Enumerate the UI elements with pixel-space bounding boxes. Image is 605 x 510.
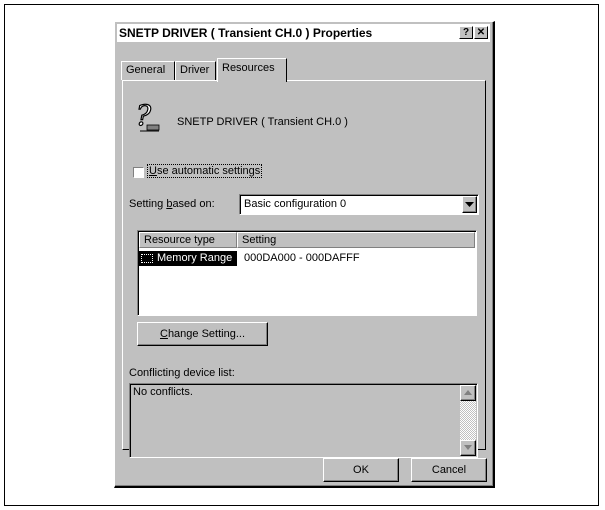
- use-automatic-settings-checkbox[interactable]: [133, 167, 144, 178]
- column-header-resource-type[interactable]: Resource type: [139, 232, 237, 248]
- properties-dialog: SNETP DRIVER ( Transient CH.0 ) Properti…: [114, 21, 495, 488]
- setting-based-on-label: Setting based on:: [129, 198, 215, 210]
- dropdown-arrow-icon[interactable]: [462, 196, 477, 213]
- table-row[interactable]: Memory Range 000DA000 - 000DAFFF: [139, 251, 475, 266]
- memory-range-icon: [141, 254, 153, 263]
- setting-based-on-select[interactable]: Basic configuration 0: [239, 194, 479, 215]
- tab-resources[interactable]: Resources: [217, 58, 287, 82]
- conflicting-device-list-label: Conflicting device list:: [129, 367, 235, 379]
- close-button[interactable]: ✕: [474, 26, 488, 39]
- resources-panel: ? SNETP DRIVER ( Transient CH.0 ) Use au…: [122, 80, 486, 458]
- scroll-down-arrow-icon[interactable]: [460, 440, 476, 456]
- cancel-button[interactable]: Cancel: [411, 458, 487, 482]
- setting-based-on-value: Basic configuration 0: [244, 198, 347, 210]
- resource-type-cell: Memory Range: [139, 251, 237, 266]
- scroll-up-arrow-icon[interactable]: [460, 385, 476, 401]
- title-bar: SNETP DRIVER ( Transient CH.0 ) Properti…: [117, 24, 490, 42]
- conflicts-text: No conflicts.: [133, 386, 193, 398]
- conflicting-device-list[interactable]: No conflicts.: [129, 383, 478, 458]
- resource-list[interactable]: Resource type Setting Memory Range 000DA…: [137, 230, 477, 316]
- tab-general[interactable]: General: [121, 61, 175, 80]
- tab-driver[interactable]: Driver: [175, 61, 216, 80]
- ok-button[interactable]: OK: [323, 458, 399, 482]
- setting-cell: 000DA000 - 000DAFFF: [244, 252, 360, 264]
- dialog-title: SNETP DRIVER ( Transient CH.0 ) Properti…: [119, 26, 373, 40]
- use-automatic-settings-label[interactable]: Use automatic settings: [146, 164, 263, 178]
- question-mark-device-icon: ?: [135, 101, 160, 133]
- column-header-setting[interactable]: Setting: [237, 232, 475, 248]
- help-button[interactable]: ?: [459, 26, 473, 39]
- vertical-scrollbar[interactable]: [460, 385, 476, 456]
- device-name: SNETP DRIVER ( Transient CH.0 ): [177, 116, 348, 128]
- change-setting-button[interactable]: Change Setting...: [137, 322, 268, 346]
